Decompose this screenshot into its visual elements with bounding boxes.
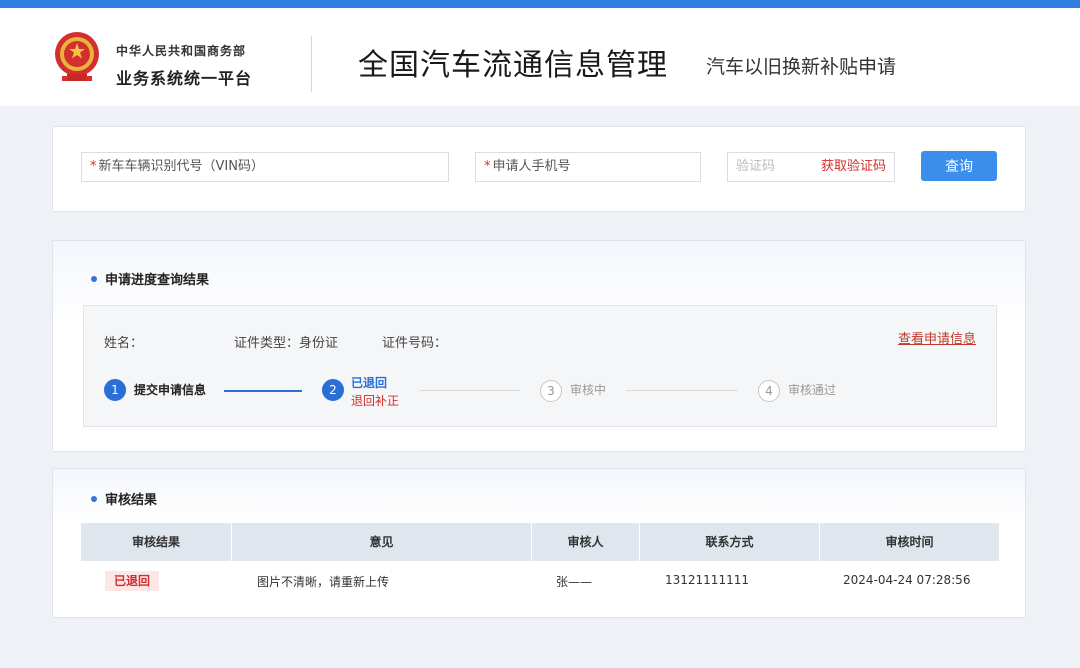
step-4-label: 审核通过 [788, 383, 837, 397]
contact-cell: 13121111111 [665, 573, 749, 587]
column-header: 审核结果 [131, 535, 180, 549]
step-1-circle: 1 [104, 379, 126, 401]
vin-input[interactable]: * 新车车辆识别代号（VIN码） [81, 152, 449, 182]
progress-detail-box: 姓名： 证件类型：身份证 证件号码： 查看申请信息 1 提交申请信息 2 已退回… [83, 305, 997, 427]
review-section-title: 审核结果 [91, 489, 157, 508]
column-header: 审核人 [531, 523, 639, 561]
column-header: 审核时间 [819, 523, 999, 561]
required-mark: * [90, 159, 97, 174]
column-header: 意见 [231, 523, 531, 561]
step-2-circle: 2 [322, 379, 344, 401]
search-panel: * 新车车辆识别代号（VIN码） * 申请人手机号 验证码 获取验证码 查询 [52, 126, 1026, 212]
org-line2: 业务系统统一平台 [116, 69, 253, 88]
bullet-icon [91, 276, 97, 282]
step-connector [420, 390, 520, 391]
review-time-cell: 2024-04-24 07:28:56 [843, 573, 971, 587]
bullet-icon [91, 496, 97, 502]
header-divider [311, 36, 312, 92]
progress-section-title: 申请进度查询结果 [91, 269, 209, 288]
step-3-label: 审核中 [570, 383, 607, 397]
step-3-circle: 3 [540, 380, 562, 402]
step-connector [626, 390, 738, 391]
site-header: 中华人民共和国商务部 业务系统统一平台 全国汽车流通信息管理 汽车以旧换新补贴申… [0, 8, 1080, 106]
progress-title-text: 申请进度查询结果 [105, 273, 210, 288]
required-mark: * [484, 159, 491, 174]
get-code-link[interactable]: 获取验证码 [821, 153, 886, 181]
review-title-text: 审核结果 [105, 493, 158, 508]
applicant-name-label: 姓名： [104, 336, 144, 351]
review-table-header: 审核结果 意见 审核人 联系方式 审核时间 [81, 523, 999, 561]
step-2-sublabel: 退回补正 [351, 394, 400, 408]
national-emblem-icon [52, 30, 102, 84]
system-subtitle: 汽车以旧换新补贴申请 [706, 56, 897, 78]
view-application-link[interactable]: 查看申请信息 [898, 328, 976, 347]
verification-code-input[interactable]: 验证码 获取验证码 [727, 152, 895, 182]
id-type-label: 证件类型：身份证 [234, 336, 339, 351]
id-number-label: 证件号码： [382, 336, 448, 351]
step-connector [224, 390, 302, 392]
phone-placeholder: 申请人手机号 [492, 159, 571, 174]
opinion-cell: 图片不清晰，请重新上传 [257, 575, 390, 589]
step-1-label: 提交申请信息 [134, 383, 207, 397]
phone-input[interactable]: * 申请人手机号 [475, 152, 701, 182]
status-badge: 已退回 [105, 571, 159, 591]
column-header: 联系方式 [639, 523, 819, 561]
top-accent-bar [0, 0, 1080, 8]
step-2-label: 已退回 [351, 376, 388, 390]
code-placeholder: 验证码 [736, 159, 776, 174]
step-4-circle: 4 [758, 380, 780, 402]
organization-name: 中华人民共和国商务部 业务系统统一平台 [116, 42, 252, 89]
system-title: 全国汽车流通信息管理 [358, 48, 668, 83]
org-line1: 中华人民共和国商务部 [116, 44, 247, 58]
reviewer-cell: 张—— [556, 575, 593, 589]
query-button[interactable]: 查询 [921, 151, 997, 181]
review-panel: 审核结果 审核结果 意见 审核人 联系方式 审核时间 已退回 图片不清晰，请重新… [52, 468, 1026, 618]
vin-placeholder: 新车车辆识别代号（VIN码） [98, 159, 264, 174]
progress-panel: 申请进度查询结果 姓名： 证件类型：身份证 证件号码： 查看申请信息 1 提交申… [52, 240, 1026, 452]
